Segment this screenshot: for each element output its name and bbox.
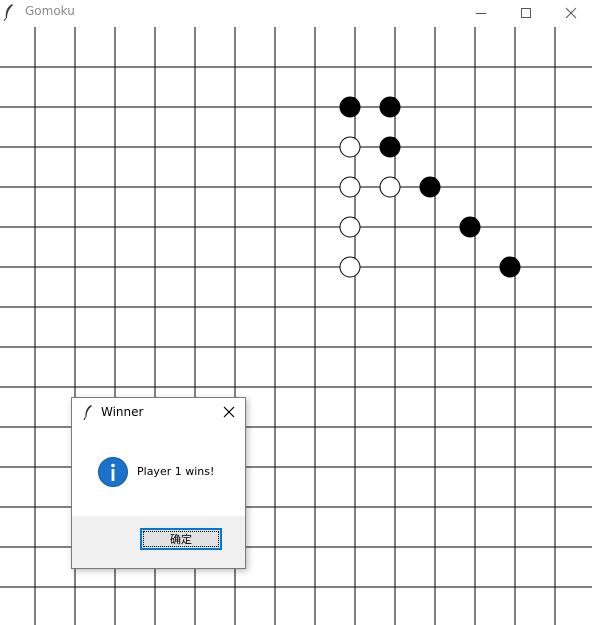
gomoku-window: Gomoku Winner Player 1 wins! 确定 xyxy=(0,0,592,625)
dialog-body: Player 1 wins! xyxy=(72,426,245,516)
close-icon xyxy=(565,7,577,19)
black-stone xyxy=(419,176,441,198)
white-stone xyxy=(339,136,361,158)
white-stone xyxy=(339,176,361,198)
dialog-title-bar: Winner xyxy=(72,398,245,426)
ok-button[interactable]: 确定 xyxy=(140,528,222,550)
info-icon xyxy=(98,457,128,487)
dialog-title: Winner xyxy=(101,405,144,419)
minimize-icon xyxy=(476,13,486,14)
feather-icon xyxy=(83,405,92,420)
dialog-close-button[interactable] xyxy=(219,403,239,421)
minimize-button[interactable] xyxy=(458,0,504,26)
black-stone xyxy=(339,96,361,118)
white-stone xyxy=(339,216,361,238)
close-button[interactable] xyxy=(548,0,592,26)
close-icon xyxy=(223,406,235,418)
black-stone xyxy=(459,216,481,238)
black-stone xyxy=(379,96,401,118)
maximize-button[interactable] xyxy=(503,0,549,26)
winner-dialog: Winner Player 1 wins! 确定 xyxy=(71,397,246,569)
white-stone xyxy=(339,256,361,278)
dialog-footer: 确定 xyxy=(72,516,245,568)
title-bar: Gomoku xyxy=(0,0,592,26)
focus-outline xyxy=(143,531,219,547)
black-stone xyxy=(499,256,521,278)
feather-icon xyxy=(3,4,13,21)
black-stone xyxy=(379,136,401,158)
white-stone xyxy=(379,176,401,198)
dialog-message: Player 1 wins! xyxy=(137,465,215,478)
window-title: Gomoku xyxy=(25,4,75,18)
maximize-icon xyxy=(521,8,531,18)
